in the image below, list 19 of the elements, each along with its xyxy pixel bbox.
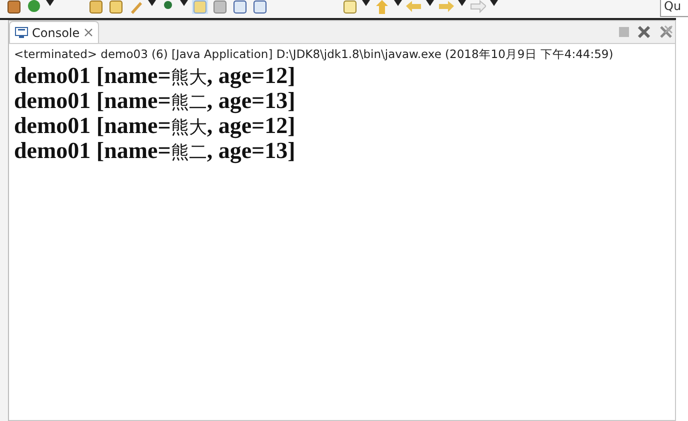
dropdown-caret-icon[interactable] (394, 0, 402, 6)
quick-access-field[interactable]: Qu (660, 0, 688, 17)
dropdown-caret-icon[interactable] (426, 0, 434, 6)
remove-all-icon[interactable] (659, 25, 673, 39)
dropdown-caret-icon[interactable] (362, 0, 370, 6)
close-icon[interactable] (84, 28, 93, 37)
console-output-line: demo01 [name=熊二, age=13] (14, 139, 296, 164)
monitor-icon (15, 26, 28, 38)
console-output-line: demo01 [name=熊大, age=12] (14, 64, 296, 89)
dropdown-caret-icon[interactable] (458, 0, 466, 6)
dropdown-caret-icon[interactable] (490, 0, 498, 6)
process-status: <terminated> demo03 (6) [Java Application] D:\JDK8\jdk1.8\bin\javaw.exe (2018年10月9日 下午4:44:59) (14, 46, 614, 63)
dropdown-caret-icon[interactable] (180, 0, 188, 6)
dropdown-caret-icon[interactable] (46, 0, 54, 6)
console-output-line: demo01 [name=熊二, age=13] (14, 89, 296, 114)
console-output-line: demo01 [name=熊大, age=12] (14, 114, 296, 139)
dropdown-caret-icon[interactable] (148, 0, 156, 6)
remove-icon[interactable] (637, 25, 651, 39)
console-tab[interactable]: Console (9, 21, 99, 43)
